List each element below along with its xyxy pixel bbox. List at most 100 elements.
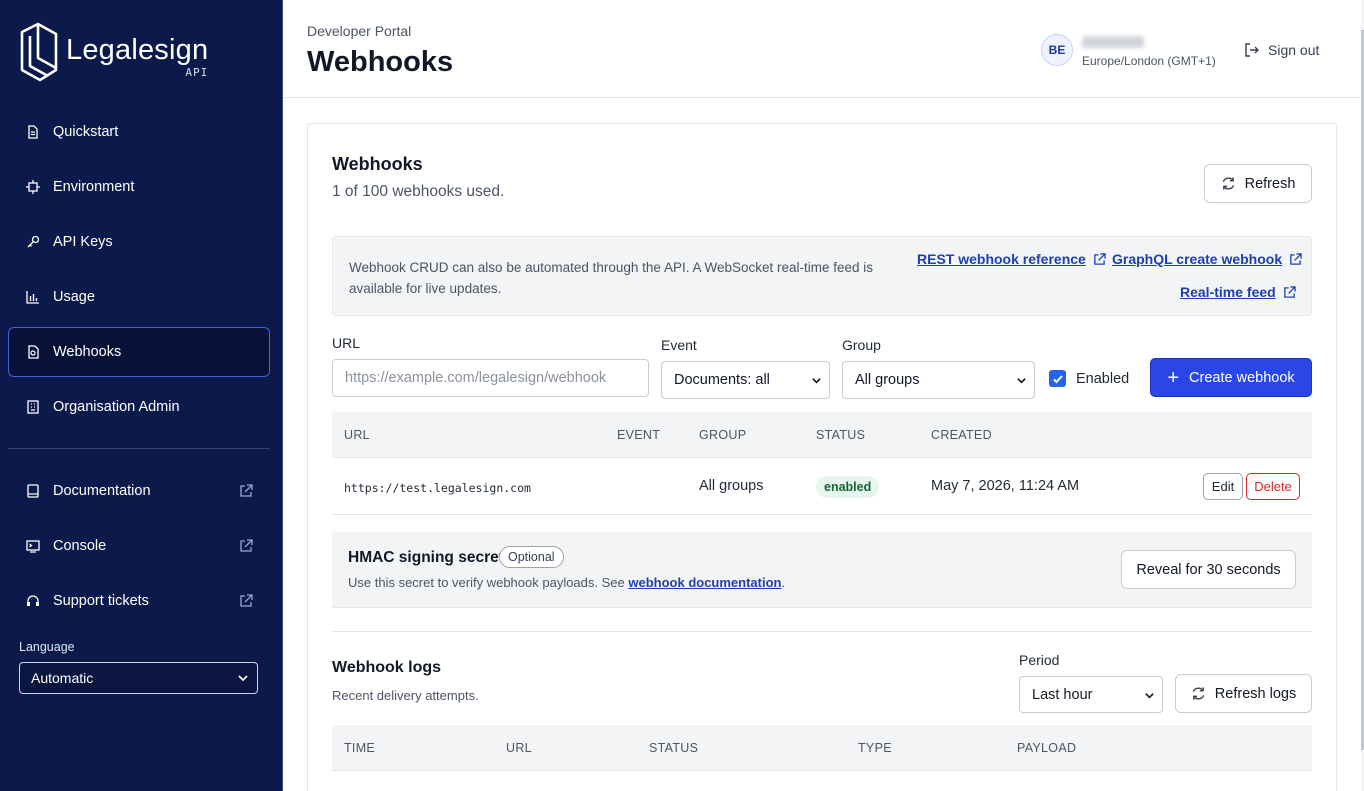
col-url: URL [344,428,370,442]
language-select[interactable]: Automatic [19,662,258,694]
sidebar-item-label: Webhooks [53,344,122,360]
reveal-secret-button[interactable]: Reveal for 30 seconds [1121,550,1296,589]
enabled-checkbox[interactable] [1049,370,1066,387]
brand-name: Legalesign [66,34,209,66]
group-select[interactable]: All groups [842,361,1035,399]
language-label: Language [19,640,75,654]
graphql-create-webhook-link[interactable]: GraphQL create webhook [1112,251,1302,267]
sidebar-item-api-keys[interactable]: API Keys [8,217,270,267]
terminal-icon [26,539,40,553]
create-webhook-label: Create webhook [1189,369,1295,386]
legalesign-logo-icon [20,22,58,82]
sign-out-icon [1245,43,1259,57]
sidebar-item-label: Console [53,538,107,554]
table-row: https://test.legalesign.com All groups e… [332,458,1312,515]
headset-icon [26,594,40,608]
webhooks-section-title: Webhooks [332,154,423,174]
period-label: Period [1019,652,1060,668]
event-label: Event [661,337,697,353]
sidebar-item-label: Organisation Admin [53,399,180,415]
webhook-logs-title: Webhook logs [332,659,442,676]
rest-link-label: REST webhook reference [917,251,1086,267]
realtime-link-label: Real-time feed [1180,284,1276,300]
external-link-icon [240,484,253,497]
sidebar-item-label: Environment [53,179,135,195]
hmac-secret-panel: HMAC signing secret Optional Use this se… [332,532,1312,608]
edit-button[interactable]: Edit [1203,473,1243,500]
group-value: All groups [855,372,920,388]
url-input[interactable]: https://example.com/legalesign/webhook [332,359,649,397]
book-icon [26,484,40,498]
page-header: Developer Portal Webhooks BE Europe/Lond… [283,0,1361,98]
event-value: Documents: all [674,372,770,388]
url-placeholder: https://example.com/legalesign/webhook [345,370,607,386]
plus-icon: + [1167,366,1180,389]
webhook-logs-subtitle: Recent delivery attempts. [332,688,479,703]
status-badge: enabled [816,476,880,498]
sidebar-item-organisation-admin[interactable]: Organisation Admin [8,382,270,432]
webhook-documentation-link[interactable]: webhook documentation [628,575,781,590]
col-status: STATUS [816,428,866,442]
event-select[interactable]: Documents: all [661,361,830,399]
sidebar-item-documentation[interactable]: Documentation [8,466,270,516]
delete-button[interactable]: Delete [1246,473,1300,500]
hmac-description: Use this secret to verify webhook payloa… [348,575,785,590]
check-icon [1052,374,1063,383]
rest-webhook-reference-link[interactable]: REST webhook reference [917,251,1106,267]
sign-out-label: Sign out [1268,42,1320,58]
chevron-down-icon [1017,378,1026,384]
legalesign-logo[interactable]: Legalesign API [18,22,208,82]
language-value: Automatic [31,670,94,686]
period-select[interactable]: Last hour [1019,676,1163,713]
api-info-panel: Webhook CRUD can also be automated throu… [332,236,1312,316]
hmac-title: HMAC signing secret [348,549,504,566]
refresh-label: Refresh [1244,175,1296,192]
breadcrumb[interactable]: Developer Portal [307,23,411,39]
row-created: May 7, 2026, 11:24 AM [931,478,1080,494]
webhooks-card: Webhooks 1 of 100 webhooks used. Refresh… [307,123,1337,791]
col-group: GROUP [699,428,747,442]
col-created: CREATED [931,428,992,442]
col-payload: PAYLOAD [1017,741,1077,755]
sidebar-item-quickstart[interactable]: Quickstart [8,107,270,157]
optional-badge: Optional [499,546,564,568]
key-icon [26,235,40,249]
sidebar-item-label: Support tickets [53,593,149,609]
chevron-down-icon [812,378,821,384]
col-type: TYPE [858,741,892,755]
avatar[interactable]: BE [1041,34,1073,66]
page-title: Webhooks [307,46,454,78]
refresh-icon [1192,687,1205,700]
sidebar: Legalesign API Quickstart Environment AP… [0,0,283,791]
col-event: EVENT [617,428,661,442]
external-link-icon [1290,252,1302,265]
sidebar-item-usage[interactable]: Usage [8,272,270,322]
hmac-suffix: . [781,575,786,590]
webhooks-table-header: URL EVENT GROUP STATUS CREATED [332,412,1312,458]
sidebar-item-support-tickets[interactable]: Support tickets [8,576,270,626]
bar-chart-icon [26,290,40,304]
user-timezone: Europe/London (GMT+1) [1082,54,1216,68]
external-link-icon [1283,285,1296,298]
col-status: STATUS [649,741,699,755]
building-icon [26,400,40,414]
sign-out-button[interactable]: Sign out [1244,42,1319,58]
brand-sub: API [185,66,209,79]
hmac-text: Use this secret to verify webhook payloa… [348,575,629,590]
sidebar-item-console[interactable]: Console [8,521,270,571]
user-name-redacted [1082,36,1144,48]
sidebar-item-label: Documentation [53,483,151,499]
refresh-logs-button[interactable]: Refresh logs [1175,674,1312,713]
refresh-button[interactable]: Refresh [1204,164,1312,203]
section-divider [332,631,1312,632]
sidebar-item-webhooks[interactable]: Webhooks [8,327,270,377]
sidebar-item-label: API Keys [53,234,113,250]
external-link-icon [1094,252,1106,265]
col-time: TIME [344,741,376,755]
row-url: https://test.legalesign.com [344,481,531,495]
enabled-label: Enabled [1076,371,1130,387]
create-webhook-button[interactable]: + Create webhook [1150,358,1312,397]
refresh-icon [1222,177,1234,190]
sidebar-item-environment[interactable]: Environment [8,162,270,212]
real-time-feed-link[interactable]: Real-time feed [1180,284,1296,300]
